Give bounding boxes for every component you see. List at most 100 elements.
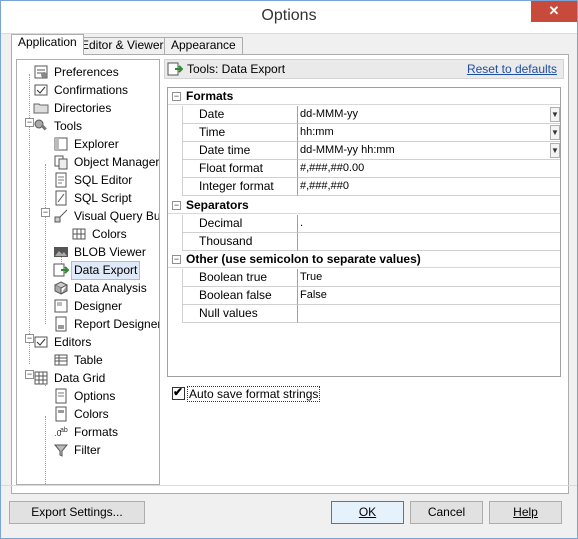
tree-item-editors[interactable]: Editors (33, 334, 93, 351)
section-title: Other (use semicolon to separate values) (186, 252, 421, 266)
property-value: #,###,##0.00 (300, 162, 365, 174)
tree-item-sql-script[interactable]: SQL Script (53, 190, 134, 207)
tree-item-visual-query-builder[interactable]: Visual Query Build (53, 208, 159, 225)
ok-label: OK (358, 505, 377, 519)
section-other[interactable]: − Other (use semicolon to separate value… (168, 251, 560, 268)
auto-save-checkbox[interactable]: ✔ Auto save format strings (172, 385, 321, 402)
boolean-true-field[interactable]: True (298, 269, 560, 287)
tree-item-vqb-colors[interactable]: Colors (71, 226, 129, 243)
thousand-separator-field[interactable] (298, 233, 560, 251)
content-header: Tools: Data Export Reset to defaults (164, 59, 564, 79)
cancel-button[interactable]: Cancel (410, 501, 483, 524)
property-name: Decimal (182, 215, 298, 233)
tree-item-data-analysis[interactable]: Data Analysis (53, 280, 149, 297)
property-value: . (300, 217, 304, 229)
tree-item-grid-options[interactable]: Options (53, 388, 117, 405)
tree-item-designer[interactable]: Designer (53, 298, 124, 315)
null-values-field[interactable] (298, 305, 560, 323)
property-value: False (300, 289, 327, 301)
property-value: #,###,##0 (300, 180, 349, 192)
tree-item-grid-formats[interactable]: .0 ab Formats (53, 424, 120, 441)
tree-label: Options (74, 389, 116, 403)
tree-label: Colors (92, 227, 127, 241)
tab-application[interactable]: Application (11, 34, 84, 55)
help-label: Help (513, 505, 538, 519)
table-icon (54, 354, 68, 366)
grid-row-time: Time hh:mm ▼ (168, 124, 560, 142)
tree-item-data-grid[interactable]: Data Grid (33, 370, 107, 387)
grid-row-date: Date dd-MMM-yy ▼ (168, 106, 560, 124)
chevron-down-icon[interactable]: ▼ (550, 143, 560, 158)
tree-label: SQL Script (74, 191, 132, 205)
section-separators[interactable]: − Separators (168, 197, 560, 214)
chevron-down-icon[interactable]: ▼ (550, 107, 560, 122)
tree-label: Object Manager (74, 155, 160, 169)
options-window: Options ✕ Application Editor & Viewers A… (0, 0, 578, 539)
property-value: hh:mm (300, 126, 334, 138)
tab-application-label: Application (18, 35, 77, 49)
tree-item-report-designer[interactable]: Report Designer (53, 316, 160, 333)
help-button[interactable]: Help (489, 501, 562, 524)
property-grid: − Formats Date dd-MMM-yy ▼ Time hh:mm ▼ Da… (167, 87, 561, 377)
dialog-client: Application Editor & Viewers Appearance … (1, 33, 577, 538)
checkbox-box[interactable]: ✔ (172, 385, 185, 401)
button-separator (1, 485, 577, 486)
property-name: Date time (182, 142, 298, 160)
float-format-field[interactable]: #,###,##0.00 (298, 160, 560, 178)
tree-label: Explorer (74, 137, 119, 151)
grid-row-boolean-false: Boolean false False (168, 287, 560, 305)
tree-item-confirmations[interactable]: Confirmations (33, 82, 130, 99)
filter-icon (53, 444, 69, 457)
time-format-field[interactable]: hh:mm ▼ (298, 124, 560, 142)
section-collapse-toggle[interactable]: − (172, 201, 181, 210)
datetime-format-field[interactable]: dd-MMM-yy hh:mm ▼ (298, 142, 560, 160)
tree-item-preferences[interactable]: Preferences (33, 64, 121, 81)
boolean-false-field[interactable]: False (298, 287, 560, 305)
tree-item-explorer[interactable]: Explorer (53, 136, 121, 153)
window-title: Options (261, 7, 317, 24)
tree-item-directories[interactable]: Directories (33, 100, 113, 117)
export-settings-button[interactable]: Export Settings... (9, 501, 145, 524)
tree-item-grid-colors[interactable]: Colors (53, 406, 111, 423)
tree-label: Report Designer (74, 317, 160, 331)
tree-label: Data Grid (54, 371, 106, 385)
tree-label: Data Analysis (74, 281, 147, 295)
tree-label: Formats (74, 425, 119, 439)
decimal-separator-field[interactable]: . (298, 215, 560, 233)
tree-item-object-manager[interactable]: Object Manager (53, 154, 160, 171)
tree-label: Confirmations (54, 83, 129, 97)
property-name: Null values (182, 305, 298, 323)
date-format-field[interactable]: dd-MMM-yy ▼ (298, 106, 560, 124)
ok-button[interactable]: OK (331, 501, 404, 524)
tab-appearance[interactable]: Appearance (164, 37, 243, 54)
reset-to-defaults-link[interactable]: Reset to defaults (467, 62, 557, 76)
visual-query-icon (54, 209, 68, 223)
visual-query-collapse-toggle[interactable]: − (41, 208, 50, 217)
tree-label: BLOB Viewer (74, 245, 146, 259)
blob-viewer-icon (54, 247, 68, 257)
section-title: Separators (186, 198, 249, 212)
grid-row-thousand: Thousand (168, 233, 560, 251)
close-button[interactable]: ✕ (531, 1, 577, 22)
property-name: Boolean false (182, 287, 298, 305)
chevron-down-icon[interactable]: ▼ (550, 125, 560, 140)
tree-item-tools[interactable]: Tools (33, 118, 84, 135)
tree-item-blob-viewer[interactable]: BLOB Viewer (53, 244, 148, 261)
tree-item-table[interactable]: Table (53, 352, 105, 369)
grid-row-null-values: Null values (168, 305, 560, 323)
property-name: Date (182, 106, 298, 124)
section-formats[interactable]: − Formats (168, 88, 560, 105)
tab-editor-viewers[interactable]: Editor & Viewers (74, 37, 177, 54)
editors-icon (34, 336, 48, 348)
property-value: dd-MMM-yy (300, 108, 359, 120)
section-collapse-toggle[interactable]: − (172, 92, 181, 101)
tree-item-grid-filter[interactable]: Filter (53, 442, 103, 459)
options-tree[interactable]: Preferences Confirmations Directories − … (16, 59, 160, 485)
tree-label: Preferences (54, 65, 119, 79)
tree-label: Editors (54, 335, 92, 349)
property-name: Boolean true (182, 269, 298, 287)
tree-item-sql-editor[interactable]: SQL Editor (53, 172, 134, 189)
integer-format-field[interactable]: #,###,##0 (298, 178, 560, 196)
tree-item-data-export[interactable]: Data Export (53, 261, 141, 280)
section-collapse-toggle[interactable]: − (172, 255, 181, 264)
